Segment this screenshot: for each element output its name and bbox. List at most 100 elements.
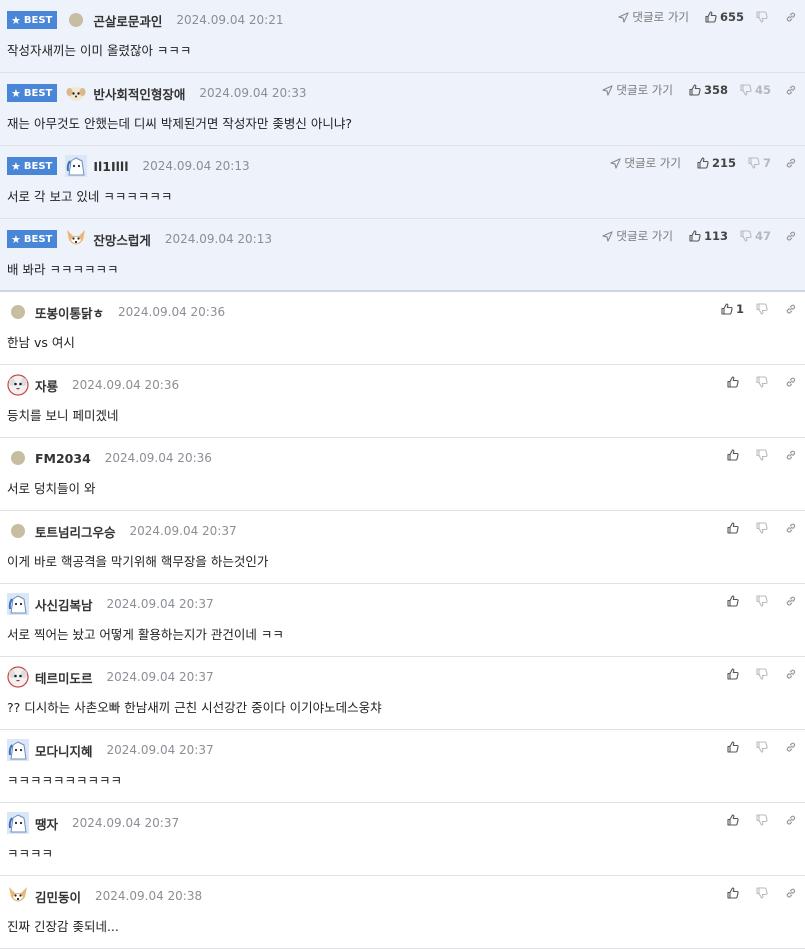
link-button[interactable] bbox=[785, 741, 797, 753]
downvote-button[interactable]: 7 bbox=[748, 156, 771, 170]
nickname[interactable]: 반사회적인형장애 bbox=[93, 84, 185, 103]
nickname[interactable]: 모다니지혜 bbox=[35, 741, 93, 760]
comment-meta: 김민동이 2024.09.04 20:38 bbox=[7, 887, 202, 905]
upvote-button[interactable] bbox=[727, 887, 742, 899]
downvote-button[interactable] bbox=[756, 814, 771, 826]
fox-avatar[interactable] bbox=[65, 228, 87, 250]
link-icon bbox=[785, 741, 797, 753]
downvote-button[interactable] bbox=[756, 449, 771, 461]
arrow-icon bbox=[618, 11, 630, 23]
downvote-button[interactable] bbox=[756, 303, 771, 315]
blue-avatar[interactable] bbox=[7, 812, 29, 834]
dot-avatar[interactable] bbox=[7, 520, 29, 542]
upvote-button[interactable]: 113 bbox=[689, 229, 728, 243]
link-button[interactable] bbox=[785, 376, 797, 388]
nickname[interactable]: Il1Illl bbox=[93, 159, 128, 174]
downvote-button[interactable] bbox=[756, 376, 771, 388]
comment-date: 2024.09.04 20:13 bbox=[164, 232, 272, 246]
thumbs-up-icon bbox=[727, 376, 739, 388]
link-button[interactable] bbox=[785, 668, 797, 680]
goto-comment-link[interactable]: 댓글로 가기 bbox=[610, 155, 681, 171]
comment-text: ㅋㅋㅋㅋㅋㅋㅋㅋㅋㅋ bbox=[7, 773, 123, 788]
nickname[interactable]: 김민동이 bbox=[35, 887, 81, 906]
upvote-button[interactable]: 358 bbox=[689, 83, 728, 97]
downvote-button[interactable] bbox=[756, 887, 771, 899]
star-icon: ★ bbox=[11, 13, 21, 27]
link-button[interactable] bbox=[785, 157, 797, 169]
link-button[interactable] bbox=[785, 814, 797, 826]
blue-avatar[interactable] bbox=[7, 593, 29, 615]
goto-label: 댓글로 가기 bbox=[616, 229, 673, 243]
upvote-button[interactable] bbox=[727, 595, 742, 607]
comment-row: 토트넘리그우승 2024.09.04 20:37 이게 바로 핵공격을 막기위해… bbox=[0, 511, 805, 584]
downvote-button[interactable]: 45 bbox=[740, 83, 771, 97]
comment-meta: ★ BEST Il1Illl 2024.09.04 20:13 bbox=[7, 155, 250, 177]
nickname[interactable]: 토트넘리그우승 bbox=[35, 522, 116, 541]
downvote-button[interactable] bbox=[756, 522, 771, 534]
goto-label: 댓글로 가기 bbox=[632, 10, 689, 24]
comment-text: 한남 vs 여시 bbox=[7, 335, 75, 350]
dot-avatar[interactable] bbox=[7, 301, 29, 323]
link-button[interactable] bbox=[785, 595, 797, 607]
link-button[interactable] bbox=[785, 84, 797, 96]
upvote-button[interactable] bbox=[727, 814, 742, 826]
link-icon bbox=[785, 230, 797, 242]
best-badge-label: BEST bbox=[23, 14, 53, 26]
link-button[interactable] bbox=[785, 230, 797, 242]
nickname[interactable]: 잔망스럽게 bbox=[93, 230, 151, 249]
link-icon bbox=[785, 595, 797, 607]
blue-avatar[interactable] bbox=[65, 155, 88, 177]
nickname[interactable]: 땡자 bbox=[35, 814, 58, 833]
link-icon bbox=[785, 814, 797, 826]
downvote-button[interactable] bbox=[756, 741, 771, 753]
upvote-button[interactable]: 655 bbox=[705, 10, 744, 24]
best-badge: ★ BEST bbox=[7, 230, 58, 248]
thumbs-down-icon bbox=[756, 668, 768, 680]
thumbs-down-icon bbox=[756, 814, 768, 826]
puppy-avatar[interactable] bbox=[65, 82, 87, 104]
comment-row: 자룡 2024.09.04 20:36 등치를 보니 페미겠네 bbox=[0, 365, 805, 438]
nickname[interactable]: 곤살로문과인 bbox=[93, 11, 162, 30]
upvote-button[interactable]: 215 bbox=[697, 156, 736, 170]
comment-actions: 1 bbox=[721, 300, 797, 318]
comment-row: ★ BEST 잔망스럽게 2024.09.04 20:13 댓글로 가기 113 bbox=[0, 219, 805, 292]
link-icon bbox=[785, 157, 797, 169]
nickname[interactable]: 또봉이통닭ㅎ bbox=[35, 303, 104, 322]
upvote-button[interactable] bbox=[727, 522, 742, 534]
upvote-button[interactable] bbox=[727, 741, 742, 753]
nickname[interactable]: FM2034 bbox=[35, 451, 91, 466]
link-button[interactable] bbox=[785, 522, 797, 534]
upvote-button[interactable]: 1 bbox=[721, 302, 744, 316]
goto-comment-link[interactable]: 댓글로 가기 bbox=[602, 82, 673, 98]
upvote-count: 215 bbox=[711, 156, 736, 170]
best-badge-label: BEST bbox=[23, 160, 53, 172]
comment-date: 2024.09.04 20:37 bbox=[129, 524, 237, 538]
star-icon: ★ bbox=[11, 86, 21, 100]
link-button[interactable] bbox=[785, 449, 797, 461]
downvote-button[interactable] bbox=[756, 595, 771, 607]
fox-avatar[interactable] bbox=[7, 885, 29, 907]
nickname[interactable]: 자룡 bbox=[35, 376, 58, 395]
nickname[interactable]: 사신김복남 bbox=[35, 595, 93, 614]
comment-date: 2024.09.04 20:37 bbox=[106, 597, 214, 611]
dog-avatar[interactable] bbox=[7, 374, 29, 396]
link-button[interactable] bbox=[785, 887, 797, 899]
goto-comment-link[interactable]: 댓글로 가기 bbox=[618, 9, 689, 25]
thumbs-down-icon bbox=[756, 887, 768, 899]
dot-avatar[interactable] bbox=[65, 9, 87, 31]
comment-text: 서로 찍어는 놨고 어떻게 활용하는지가 관건이네 ㅋㅋ bbox=[7, 627, 284, 642]
link-button[interactable] bbox=[785, 11, 797, 23]
dot-avatar[interactable] bbox=[7, 447, 29, 469]
goto-comment-link[interactable]: 댓글로 가기 bbox=[602, 228, 673, 244]
nickname[interactable]: 테르미도르 bbox=[35, 668, 93, 687]
dog-avatar[interactable] bbox=[7, 666, 29, 688]
downvote-button[interactable] bbox=[756, 11, 771, 23]
downvote-button[interactable]: 47 bbox=[740, 229, 771, 243]
upvote-button[interactable] bbox=[727, 449, 742, 461]
downvote-button[interactable] bbox=[756, 668, 771, 680]
blue-avatar[interactable] bbox=[7, 739, 29, 761]
upvote-button[interactable] bbox=[727, 376, 742, 388]
thumbs-down-icon bbox=[756, 595, 768, 607]
upvote-button[interactable] bbox=[727, 668, 742, 680]
link-button[interactable] bbox=[785, 303, 797, 315]
